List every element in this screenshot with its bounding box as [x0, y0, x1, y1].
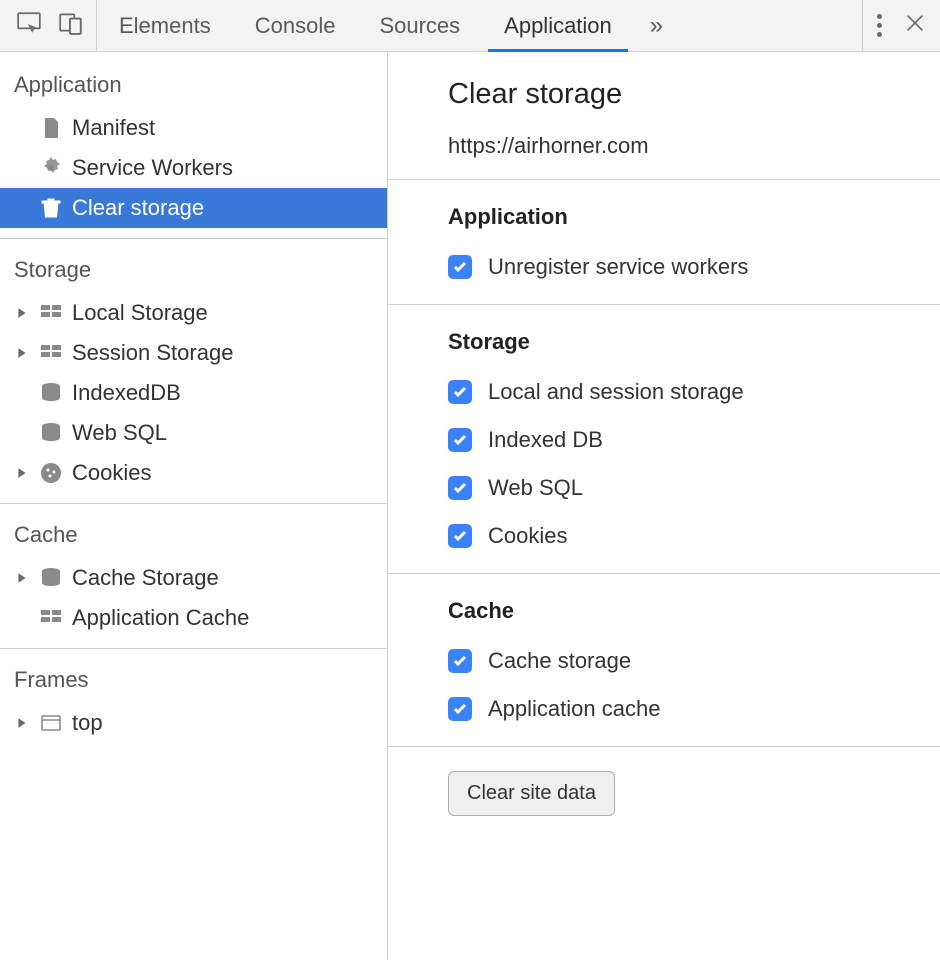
option-label: Indexed DB	[488, 427, 603, 453]
expand-caret-icon[interactable]	[14, 715, 30, 731]
tab-elements[interactable]: Elements	[97, 0, 233, 51]
sidebar-item-cache-storage[interactable]: Cache Storage	[0, 558, 387, 598]
devtools-toolbar: Elements Console Sources Application »	[0, 0, 940, 52]
sidebar-item-cookies[interactable]: Cookies	[0, 453, 387, 493]
database-icon	[38, 565, 64, 591]
cookie-icon	[38, 460, 64, 486]
page-title: Clear storage	[448, 78, 880, 111]
sidebar-item-local-storage[interactable]: Local Storage	[0, 293, 387, 333]
sidebar-item-label: Cookies	[72, 460, 151, 486]
sidebar-item-label: IndexedDB	[72, 380, 181, 406]
application-sidebar: Application Manifest Service Workers Cle…	[0, 52, 388, 960]
option-cache-storage[interactable]: Cache storage	[448, 648, 880, 674]
section-title: Cache	[448, 598, 880, 624]
sidebar-item-label: Application Cache	[72, 605, 249, 631]
option-local-session-storage[interactable]: Local and session storage	[448, 379, 880, 405]
section-cache: Cache Cache storage Application cache	[388, 574, 940, 747]
section-application: Application Unregister service workers	[388, 180, 940, 305]
sidebar-item-label: Local Storage	[72, 300, 208, 326]
sidebar-group-storage: Storage	[0, 243, 387, 293]
tab-label: Sources	[379, 13, 460, 39]
checkbox-checked-icon[interactable]	[448, 255, 472, 279]
grid-icon	[38, 605, 64, 631]
sidebar-item-label: Manifest	[72, 115, 155, 141]
window-icon	[38, 710, 64, 736]
trash-icon	[38, 195, 64, 221]
expand-caret-icon[interactable]	[14, 305, 30, 321]
option-label: Local and session storage	[488, 379, 744, 405]
option-label: Web SQL	[488, 475, 583, 501]
tab-console[interactable]: Console	[233, 0, 358, 51]
kebab-menu-icon[interactable]	[877, 14, 882, 37]
sidebar-item-session-storage[interactable]: Session Storage	[0, 333, 387, 373]
tab-label: Console	[255, 13, 336, 39]
option-label: Application cache	[488, 696, 660, 722]
sidebar-group-frames: Frames	[0, 653, 387, 703]
sidebar-item-label: Service Workers	[72, 155, 233, 181]
toolbar-right-icons	[862, 0, 940, 51]
action-row: Clear site data	[388, 747, 940, 856]
sidebar-item-service-workers[interactable]: Service Workers	[0, 148, 387, 188]
expand-caret-icon[interactable]	[14, 465, 30, 481]
option-label: Unregister service workers	[488, 254, 748, 280]
tab-label: Elements	[119, 13, 211, 39]
inspect-element-icon[interactable]	[16, 10, 42, 41]
sidebar-item-websql[interactable]: Web SQL	[0, 413, 387, 453]
option-application-cache[interactable]: Application cache	[448, 696, 880, 722]
option-indexed-db[interactable]: Indexed DB	[448, 427, 880, 453]
sidebar-item-label: Cache Storage	[72, 565, 219, 591]
option-cookies[interactable]: Cookies	[448, 523, 880, 549]
option-label: Cookies	[488, 523, 567, 549]
option-web-sql[interactable]: Web SQL	[448, 475, 880, 501]
grid-icon	[38, 300, 64, 326]
sidebar-item-label: top	[72, 710, 103, 736]
sidebar-item-clear-storage[interactable]: Clear storage	[0, 188, 387, 228]
devtools-tab-strip: Elements Console Sources Application »	[97, 0, 862, 51]
sidebar-item-label: Session Storage	[72, 340, 233, 366]
section-title: Application	[448, 204, 880, 230]
section-storage: Storage Local and session storage Indexe…	[388, 305, 940, 574]
option-label: Cache storage	[488, 648, 631, 674]
tab-sources[interactable]: Sources	[357, 0, 482, 51]
checkbox-checked-icon[interactable]	[448, 524, 472, 548]
document-icon	[38, 115, 64, 141]
grid-icon	[38, 340, 64, 366]
device-toggle-icon[interactable]	[58, 10, 84, 41]
checkbox-checked-icon[interactable]	[448, 476, 472, 500]
close-icon[interactable]	[904, 12, 926, 39]
tabs-overflow-icon[interactable]: »	[634, 0, 679, 51]
sidebar-group-application: Application	[0, 58, 387, 108]
sidebar-item-indexeddb[interactable]: IndexedDB	[0, 373, 387, 413]
expand-caret-icon[interactable]	[14, 570, 30, 586]
database-icon	[38, 380, 64, 406]
checkbox-checked-icon[interactable]	[448, 649, 472, 673]
origin-url: https://airhorner.com	[448, 133, 880, 159]
database-icon	[38, 420, 64, 446]
sidebar-item-label: Web SQL	[72, 420, 167, 446]
section-title: Storage	[448, 329, 880, 355]
clear-site-data-button[interactable]: Clear site data	[448, 771, 615, 816]
checkbox-checked-icon[interactable]	[448, 380, 472, 404]
sidebar-item-manifest[interactable]: Manifest	[0, 108, 387, 148]
checkbox-checked-icon[interactable]	[448, 428, 472, 452]
tab-label: Application	[504, 13, 612, 39]
tab-application[interactable]: Application	[482, 0, 634, 51]
sidebar-group-cache: Cache	[0, 508, 387, 558]
checkbox-checked-icon[interactable]	[448, 697, 472, 721]
expand-caret-icon[interactable]	[14, 345, 30, 361]
gear-icon	[38, 155, 64, 181]
clear-storage-panel: Clear storage https://airhorner.com Appl…	[388, 52, 940, 960]
sidebar-item-top-frame[interactable]: top	[0, 703, 387, 743]
toolbar-left-icons	[4, 0, 97, 51]
sidebar-item-application-cache[interactable]: Application Cache	[0, 598, 387, 638]
option-unregister-sw[interactable]: Unregister service workers	[448, 254, 880, 280]
sidebar-item-label: Clear storage	[72, 195, 204, 221]
panel-header: Clear storage https://airhorner.com	[388, 52, 940, 180]
